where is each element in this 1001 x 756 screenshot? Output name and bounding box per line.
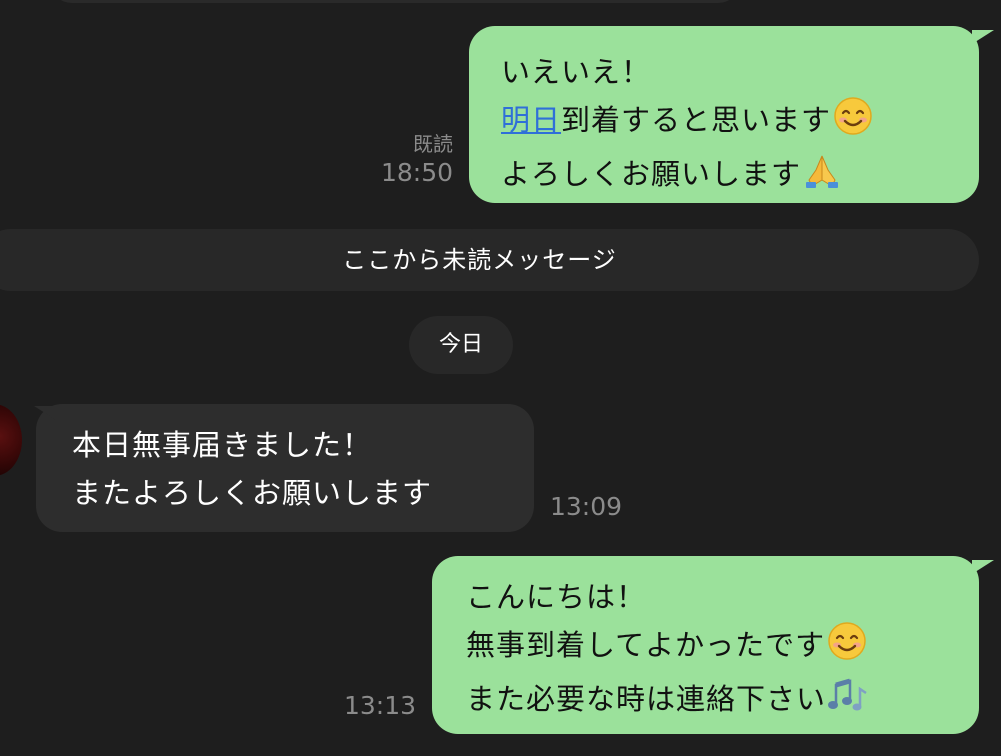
message-text: こんにちは！: [466, 580, 647, 614]
date-separator: 今日: [409, 316, 513, 374]
message-text-line: 明日到着すると思います: [501, 96, 979, 150]
musical-notes-icon: [828, 675, 870, 729]
message-text-line: よろしくお願いします: [501, 150, 979, 204]
message-meta: 既読 18:50: [381, 131, 453, 189]
chat-view: 既読 18:50 いえいえ！ 明日到着すると思います よろしくお願いします ここ…: [0, 0, 1001, 756]
message-time: 18:50: [380, 158, 453, 187]
message-time: 13:09: [550, 492, 623, 521]
bubble-tail: [972, 30, 994, 44]
sender-avatar[interactable]: [0, 404, 22, 476]
message-text: 到着すると思います: [561, 103, 832, 137]
smiling-face-icon: [827, 621, 867, 675]
message-text-line: 無事到着してよかったです: [466, 621, 979, 675]
message-text: また必要な時は連絡下さい: [466, 682, 827, 716]
message-text: いえいえ！: [501, 55, 652, 89]
message-time: 13:13: [343, 691, 416, 720]
message-text-line: また必要な時は連絡下さい: [466, 675, 979, 729]
message-text: またよろしくお願いします: [72, 476, 433, 510]
date-label: 今日: [438, 332, 483, 357]
bubble-tail: [34, 406, 56, 420]
previous-message-bubble[interactable]: [50, 0, 740, 3]
message-text: 無事到着してよかったです: [466, 628, 826, 662]
smiling-face-icon: [833, 96, 873, 150]
unread-separator: ここから未読メッセージ: [0, 229, 979, 291]
outgoing-message-bubble[interactable]: いえいえ！ 明日到着すると思います よろしくお願いします: [469, 26, 979, 203]
outgoing-message-bubble[interactable]: こんにちは！ 無事到着してよかったです また必要な時は連絡下さい: [432, 556, 979, 734]
unread-label: ここから未読メッセージ: [342, 246, 617, 274]
message-text: 本日無事届きました！: [72, 428, 373, 462]
read-receipt: 既読: [413, 132, 453, 156]
folded-hands-icon: [803, 150, 841, 204]
bubble-tail: [972, 560, 994, 574]
message-meta: 13:09: [550, 491, 622, 523]
message-meta: 13:13: [344, 690, 416, 722]
message-text: よろしくお願いします: [501, 157, 802, 191]
date-link[interactable]: 明日: [501, 103, 561, 137]
incoming-message-bubble[interactable]: 本日無事届きました！ またよろしくお願いします: [36, 404, 534, 532]
